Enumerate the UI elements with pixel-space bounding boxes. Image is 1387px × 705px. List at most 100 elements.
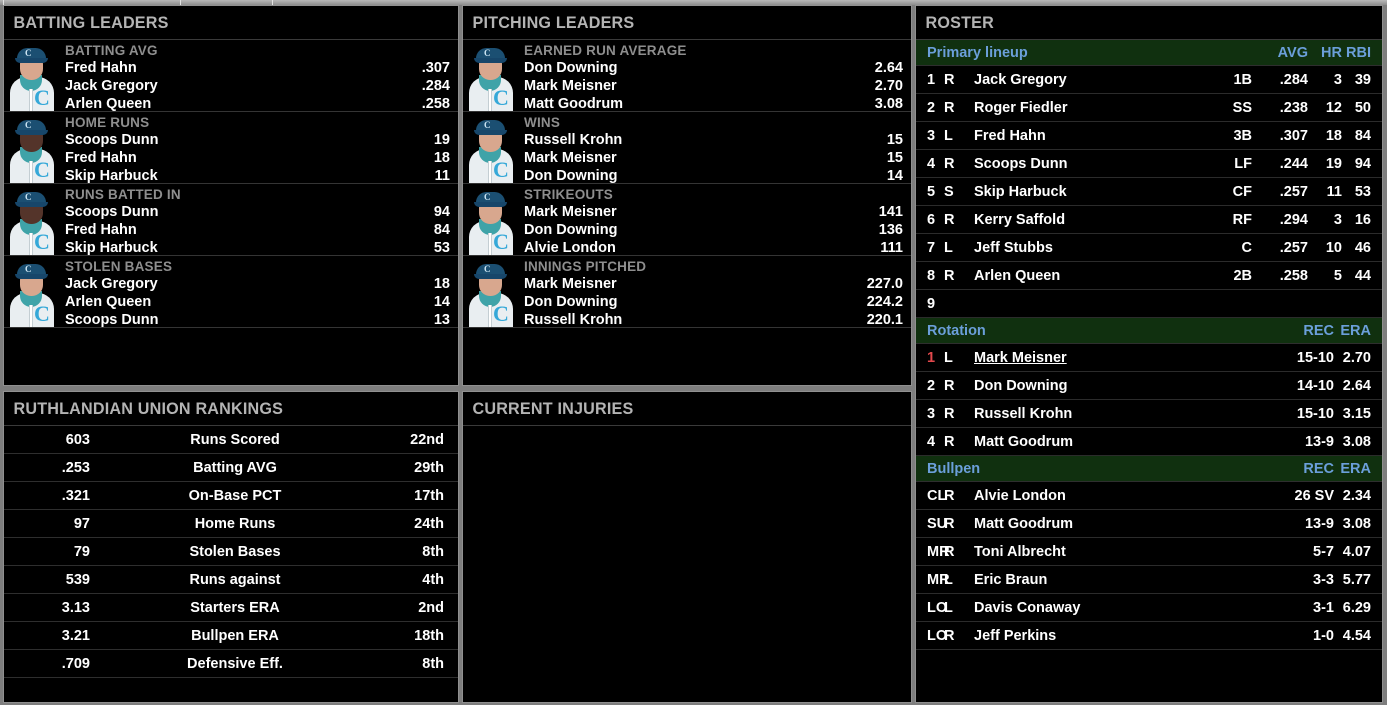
player-name[interactable]: Scoops Dunn: [966, 156, 1212, 172]
lineup-row[interactable]: 5 S Skip Harbuck CF .257 11 53: [916, 178, 1382, 206]
pitching-leaders-panel: PITCHING LEADERS C C EARNED RUN AVERAGE Don…: [462, 5, 912, 386]
bullpen-row[interactable]: MR L Eric Braun 3-3 5.77: [916, 566, 1382, 594]
player-name[interactable]: Jeff Stubbs: [966, 240, 1212, 256]
pitcher-record: 3-3: [1313, 571, 1334, 588]
player-name[interactable]: Don Downing: [966, 378, 1262, 394]
bullpen-row[interactable]: LO R Jeff Perkins 1-0 4.54: [916, 622, 1382, 650]
rotation-row[interactable]: 3 R Russell Krohn 15-10 3.15: [916, 400, 1382, 428]
leader-row[interactable]: Skip Harbuck 53: [65, 239, 450, 257]
lineup-row[interactable]: 6 R Kerry Saffold RF .294 3 16: [916, 206, 1382, 234]
leader-row[interactable]: Don Downing 2.64: [524, 59, 903, 77]
bullpen-row[interactable]: CL R Alvie London 26 SV 2.34: [916, 482, 1382, 510]
player-name[interactable]: Skip Harbuck: [966, 184, 1212, 200]
leader-player-name: Alvie London: [524, 240, 616, 256]
leader-row[interactable]: Fred Hahn .307: [65, 59, 450, 77]
ranking-position: 8th: [422, 543, 444, 560]
leader-rows: INNINGS PITCHED Mark Meisner 227.0 Don Down…: [518, 256, 911, 329]
player-name[interactable]: Toni Albrecht: [966, 544, 1262, 560]
leader-row[interactable]: Don Downing 14: [524, 167, 903, 185]
lineup-row[interactable]: 2 R Roger Fiedler SS .238 12 50: [916, 94, 1382, 122]
player-name[interactable]: Alvie London: [966, 488, 1262, 504]
player-name[interactable]: Fred Hahn: [966, 128, 1212, 144]
leader-group[interactable]: C C HOME RUNS Scoops Dunn 19 Fred Hahn 18 Skip …: [4, 112, 458, 184]
player-name[interactable]: Arlen Queen: [966, 268, 1212, 284]
pitcher-era: 6.29: [1342, 599, 1371, 616]
player-name[interactable]: Eric Braun: [966, 572, 1262, 588]
leader-group[interactable]: C C INNINGS PITCHED Mark Meisner 227.0 Don Do…: [463, 256, 911, 328]
ranking-row[interactable]: .253 Batting AVG 29th: [4, 454, 458, 482]
player-name[interactable]: Russell Krohn: [966, 406, 1262, 422]
leader-row[interactable]: Scoops Dunn 13: [65, 311, 450, 329]
leader-row[interactable]: Scoops Dunn 19: [65, 131, 450, 149]
leader-player-name: Mark Meisner: [524, 204, 617, 220]
rotation-row[interactable]: 4 R Matt Goodrum 13-9 3.08: [916, 428, 1382, 456]
ranking-row[interactable]: 3.13 Starters ERA 2nd: [4, 594, 458, 622]
player-rbi: 94: [1354, 155, 1371, 172]
ranking-row[interactable]: 539 Runs against 4th: [4, 566, 458, 594]
lineup-row[interactable]: 7 L Jeff Stubbs C .257 10 46: [916, 234, 1382, 262]
player-name[interactable]: Matt Goodrum: [966, 516, 1262, 532]
bullpen-row[interactable]: MR R Toni Albrecht 5-7 4.07: [916, 538, 1382, 566]
player-name[interactable]: Jeff Perkins: [966, 628, 1262, 644]
player-name[interactable]: Mark Meisner: [966, 350, 1262, 366]
roster-bullpen-header-label: Bullpen: [927, 460, 981, 477]
lineup-row[interactable]: 8 R Arlen Queen 2B .258 5 44: [916, 262, 1382, 290]
ranking-row[interactable]: 603 Runs Scored 22nd: [4, 426, 458, 454]
leader-player-name: Mark Meisner: [524, 78, 617, 94]
leader-group[interactable]: C C RUNS BATTED IN Scoops Dunn 94 Fred Hahn 84…: [4, 184, 458, 256]
leader-row[interactable]: Fred Hahn 18: [65, 149, 450, 167]
leader-row[interactable]: Mark Meisner 2.70: [524, 77, 903, 95]
player-name[interactable]: Roger Fiedler: [966, 100, 1212, 116]
leader-group[interactable]: C C STRIKEOUTS Mark Meisner 141 Don Downing 13…: [463, 184, 911, 256]
leader-rows: EARNED RUN AVERAGE Don Downing 2.64 Mark Me…: [518, 40, 911, 113]
bullpen-row[interactable]: LO L Davis Conaway 3-1 6.29: [916, 594, 1382, 622]
batting-hand: R: [944, 99, 955, 116]
ranking-position: 8th: [422, 655, 444, 672]
leader-group[interactable]: C C STOLEN BASES Jack Gregory 18 Arlen Queen 1…: [4, 256, 458, 328]
leader-group[interactable]: C C BATTING AVG Fred Hahn .307 Jack Gregory .2…: [4, 40, 458, 112]
lineup-row[interactable]: 3 L Fred Hahn 3B .307 18 84: [916, 122, 1382, 150]
ranking-row[interactable]: .709 Defensive Eff. 8th: [4, 650, 458, 678]
player-name[interactable]: Jack Gregory: [966, 72, 1212, 88]
lineup-row[interactable]: 1 R Jack Gregory 1B .284 3 39: [916, 66, 1382, 94]
rotation-row[interactable]: 2 R Don Downing 14-10 2.64: [916, 372, 1382, 400]
player-hr: 3: [1333, 211, 1342, 228]
rotation-row[interactable]: 1 L Mark Meisner 15-10 2.70: [916, 344, 1382, 372]
ranking-row[interactable]: 97 Home Runs 24th: [4, 510, 458, 538]
leader-group[interactable]: C C WINS Russell Krohn 15 Mark Meisner 15 Don D…: [463, 112, 911, 184]
leader-row[interactable]: Mark Meisner 15: [524, 149, 903, 167]
leader-group[interactable]: C C EARNED RUN AVERAGE Don Downing 2.64 Mark …: [463, 40, 911, 112]
player-position: 1B: [1233, 71, 1252, 88]
leader-row[interactable]: Don Downing 224.2: [524, 293, 903, 311]
leader-row[interactable]: Jack Gregory .284: [65, 77, 450, 95]
lineup-slot: 5: [927, 183, 936, 200]
leader-stat-value: 15: [886, 132, 903, 148]
ranking-row[interactable]: 79 Stolen Bases 8th: [4, 538, 458, 566]
leader-row[interactable]: Russell Krohn 220.1: [524, 311, 903, 329]
leader-stat-value: 14: [433, 294, 450, 310]
ranking-row[interactable]: 3.21 Bullpen ERA 18th: [4, 622, 458, 650]
leader-row[interactable]: Scoops Dunn 94: [65, 203, 450, 221]
lineup-row[interactable]: 9: [916, 290, 1382, 318]
player-name[interactable]: Kerry Saffold: [966, 212, 1212, 228]
leader-row[interactable]: Fred Hahn 84: [65, 221, 450, 239]
leader-row[interactable]: Arlen Queen .258: [65, 95, 450, 113]
player-name[interactable]: Matt Goodrum: [966, 434, 1262, 450]
leader-row[interactable]: Matt Goodrum 3.08: [524, 95, 903, 113]
lineup-row[interactable]: 4 R Scoops Dunn LF .244 19 94: [916, 150, 1382, 178]
leader-row[interactable]: Mark Meisner 227.0: [524, 275, 903, 293]
bullpen-row[interactable]: SU R Matt Goodrum 13-9 3.08: [916, 510, 1382, 538]
leader-row[interactable]: Skip Harbuck 11: [65, 167, 450, 185]
leader-row[interactable]: Russell Krohn 15: [524, 131, 903, 149]
ranking-category: Batting AVG: [193, 459, 277, 476]
ranking-row[interactable]: .321 On-Base PCT 17th: [4, 482, 458, 510]
leader-row[interactable]: Alvie London 111: [524, 239, 903, 257]
leader-row[interactable]: Jack Gregory 18: [65, 275, 450, 293]
player-rbi: 50: [1354, 99, 1371, 116]
pitcher-record: 14-10: [1296, 377, 1334, 394]
batting-hand: R: [944, 71, 955, 88]
player-name[interactable]: Davis Conaway: [966, 600, 1262, 616]
leader-row[interactable]: Don Downing 136: [524, 221, 903, 239]
leader-row[interactable]: Mark Meisner 141: [524, 203, 903, 221]
leader-row[interactable]: Arlen Queen 14: [65, 293, 450, 311]
